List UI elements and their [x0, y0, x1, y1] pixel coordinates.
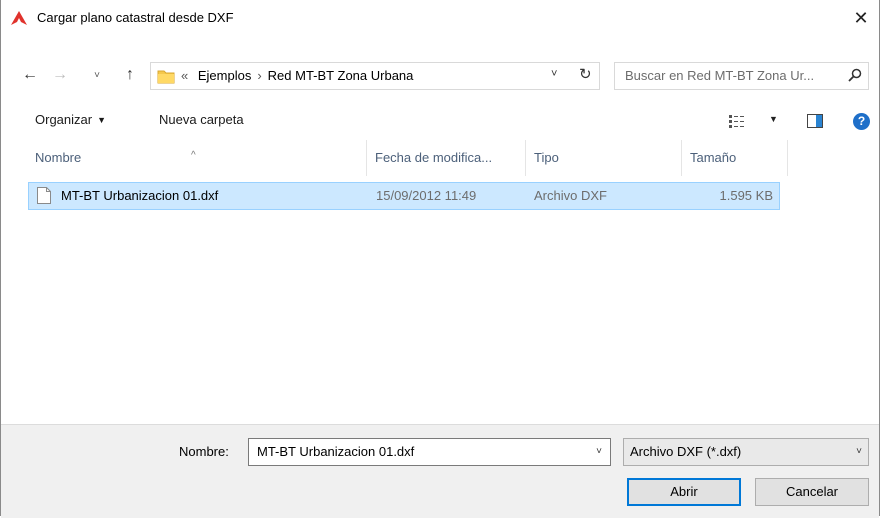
- arrow-up-icon: ↑: [126, 66, 134, 83]
- close-icon: ✕: [853, 7, 869, 28]
- recent-locations-button[interactable]: ˅: [91, 60, 103, 90]
- breadcrumb: « Ejemplos › Red MT-BT Zona Urbana: [181, 68, 413, 83]
- new-folder-label: Nueva carpeta: [159, 112, 244, 127]
- preview-pane-icon[interactable]: [807, 114, 823, 128]
- up-button[interactable]: ↑: [119, 60, 141, 90]
- address-dropdown-icon[interactable]: ˅: [551, 68, 557, 80]
- help-icon[interactable]: ?: [853, 113, 870, 130]
- filename-label: Nombre:: [179, 444, 229, 459]
- search-placeholder: Buscar en Red MT-BT Zona Ur...: [625, 68, 815, 83]
- search-icon[interactable]: [848, 68, 862, 82]
- new-folder-button[interactable]: Nueva carpeta: [159, 112, 244, 127]
- filename-input[interactable]: MT-BT Urbanizacion 01.dxf ˅: [248, 438, 611, 466]
- search-input[interactable]: Buscar en Red MT-BT Zona Ur...: [614, 62, 869, 90]
- view-options-icon[interactable]: [729, 114, 745, 128]
- file-list: Nombre ^ Fecha de modifica... Tipo Tamañ…: [1, 140, 879, 424]
- refresh-icon[interactable]: ↻: [579, 65, 592, 83]
- chevron-down-icon[interactable]: ˅: [596, 446, 602, 457]
- column-size-label: Tamaño: [690, 150, 737, 165]
- breadcrumb-item-ejemplos[interactable]: Ejemplos: [192, 68, 251, 83]
- open-button[interactable]: Abrir: [627, 478, 741, 506]
- command-toolbar: Organizar ▼ Nueva carpeta ▼ ?: [1, 106, 879, 138]
- organize-button[interactable]: Organizar ▼: [35, 112, 106, 127]
- column-divider[interactable]: [787, 140, 788, 176]
- column-type-label: Tipo: [534, 150, 559, 165]
- sort-ascending-icon: ^: [191, 150, 196, 161]
- address-bar[interactable]: « Ejemplos › Red MT-BT Zona Urbana ˅ ↻: [150, 62, 600, 90]
- back-button[interactable]: ←: [19, 60, 41, 90]
- open-file-dialog: Cargar plano catastral desde DXF ✕ ← → ˅…: [0, 0, 880, 518]
- dialog-footer: Nombre: MT-BT Urbanizacion 01.dxf ˅ Arch…: [1, 424, 879, 518]
- column-name-label: Nombre: [35, 150, 82, 165]
- organize-label: Organizar: [35, 112, 93, 127]
- file-date: 15/09/2012 11:49: [376, 188, 477, 203]
- title-bar: Cargar plano catastral desde DXF ✕: [1, 0, 879, 36]
- app-logo-icon: [11, 11, 27, 25]
- forward-button[interactable]: →: [49, 60, 71, 90]
- filetype-select[interactable]: Archivo DXF (*.dxf) ˅: [623, 438, 869, 466]
- column-date-label: Fecha de modifica...: [375, 150, 493, 165]
- close-button[interactable]: ✕: [843, 0, 879, 36]
- breadcrumb-overflow[interactable]: «: [181, 68, 188, 83]
- file-size: 1.595 KB: [719, 188, 774, 203]
- address-row: ← → ˅ ↑ « Ejemplos › Red MT-BT Zona Urbana…: [1, 60, 879, 92]
- folder-icon: [157, 70, 175, 84]
- chevron-down-icon: ˅: [856, 446, 862, 457]
- arrow-right-icon: →: [52, 66, 68, 83]
- column-header-date[interactable]: Fecha de modifica...: [367, 140, 525, 176]
- breadcrumb-separator[interactable]: ›: [251, 68, 267, 83]
- column-header-size[interactable]: Tamaño: [682, 140, 787, 176]
- filetype-value: Archivo DXF (*.dxf): [630, 444, 742, 459]
- chevron-down-icon: ˅: [94, 69, 100, 81]
- cancel-button[interactable]: Cancelar: [755, 478, 869, 506]
- column-header-type[interactable]: Tipo: [526, 140, 681, 176]
- file-type: Archivo DXF: [534, 188, 607, 203]
- file-name: MT-BT Urbanizacion 01.dxf: [61, 188, 219, 203]
- filename-value: MT-BT Urbanizacion 01.dxf: [257, 444, 415, 459]
- file-icon: [37, 187, 51, 204]
- caret-down-icon: ▼: [97, 115, 106, 125]
- table-row[interactable]: MT-BT Urbanizacion 01.dxf 15/09/2012 11:…: [28, 182, 780, 210]
- column-header-name[interactable]: Nombre ^: [1, 140, 366, 176]
- view-caret-icon[interactable]: ▼: [769, 114, 778, 124]
- breadcrumb-item-current[interactable]: Red MT-BT Zona Urbana: [268, 68, 414, 83]
- window-title: Cargar plano catastral desde DXF: [37, 10, 234, 25]
- arrow-left-icon: ←: [22, 66, 38, 83]
